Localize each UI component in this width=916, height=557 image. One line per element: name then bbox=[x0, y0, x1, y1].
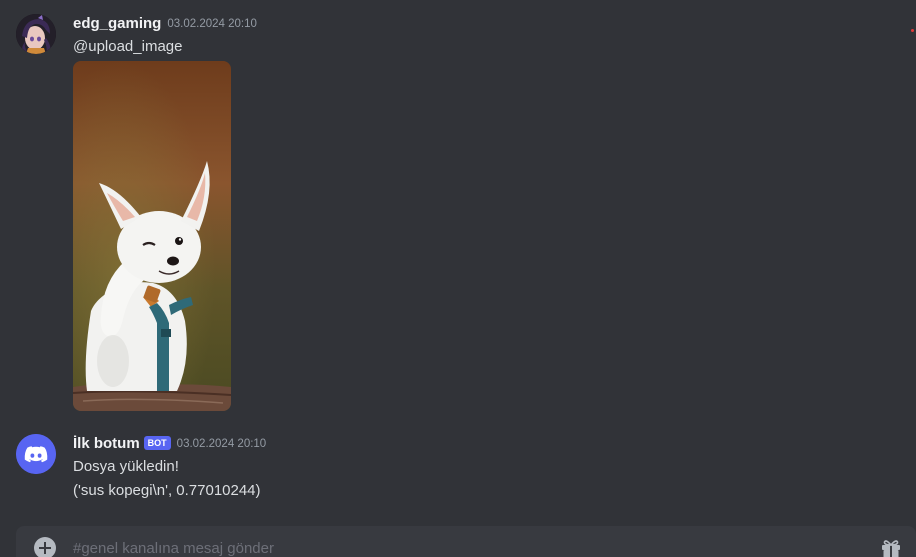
message-content: edg_gaming 03.02.2024 20:10 @upload_image bbox=[73, 14, 873, 411]
avatar-image bbox=[16, 14, 56, 54]
message-content: İlk botum BOT 03.02.2024 20:10 Dosya yükle… bbox=[73, 434, 873, 502]
chat-view: edg_gaming 03.02.2024 20:10 @upload_image bbox=[0, 0, 916, 557]
image-attachment[interactable] bbox=[73, 61, 231, 411]
gift-icon[interactable] bbox=[880, 537, 902, 557]
bot-badge: BOT bbox=[143, 436, 171, 450]
username[interactable]: İlk botum bbox=[73, 435, 140, 452]
timestamp: 03.02.2024 20:10 bbox=[167, 18, 257, 30]
message-header: edg_gaming 03.02.2024 20:10 bbox=[73, 14, 873, 34]
user-avatar[interactable] bbox=[16, 14, 56, 54]
chihuahua-image bbox=[73, 61, 231, 411]
notification-dot bbox=[911, 29, 914, 32]
message-input[interactable] bbox=[73, 536, 853, 557]
gift-icon-graphic bbox=[882, 540, 900, 557]
message-composer bbox=[16, 526, 916, 557]
message-text: @upload_image bbox=[73, 38, 183, 55]
discord-logo-icon bbox=[16, 434, 56, 474]
message-text: ('sus kopegi\n', 0.77010244) bbox=[73, 482, 261, 499]
message-header: İlk botum BOT 03.02.2024 20:10 bbox=[73, 434, 873, 454]
timestamp: 03.02.2024 20:10 bbox=[176, 438, 267, 450]
message-text: Dosya yükledin! bbox=[73, 458, 179, 475]
bot-avatar[interactable] bbox=[16, 434, 56, 474]
plus-circle-icon[interactable] bbox=[34, 537, 56, 557]
username[interactable]: edg_gaming bbox=[73, 15, 161, 32]
